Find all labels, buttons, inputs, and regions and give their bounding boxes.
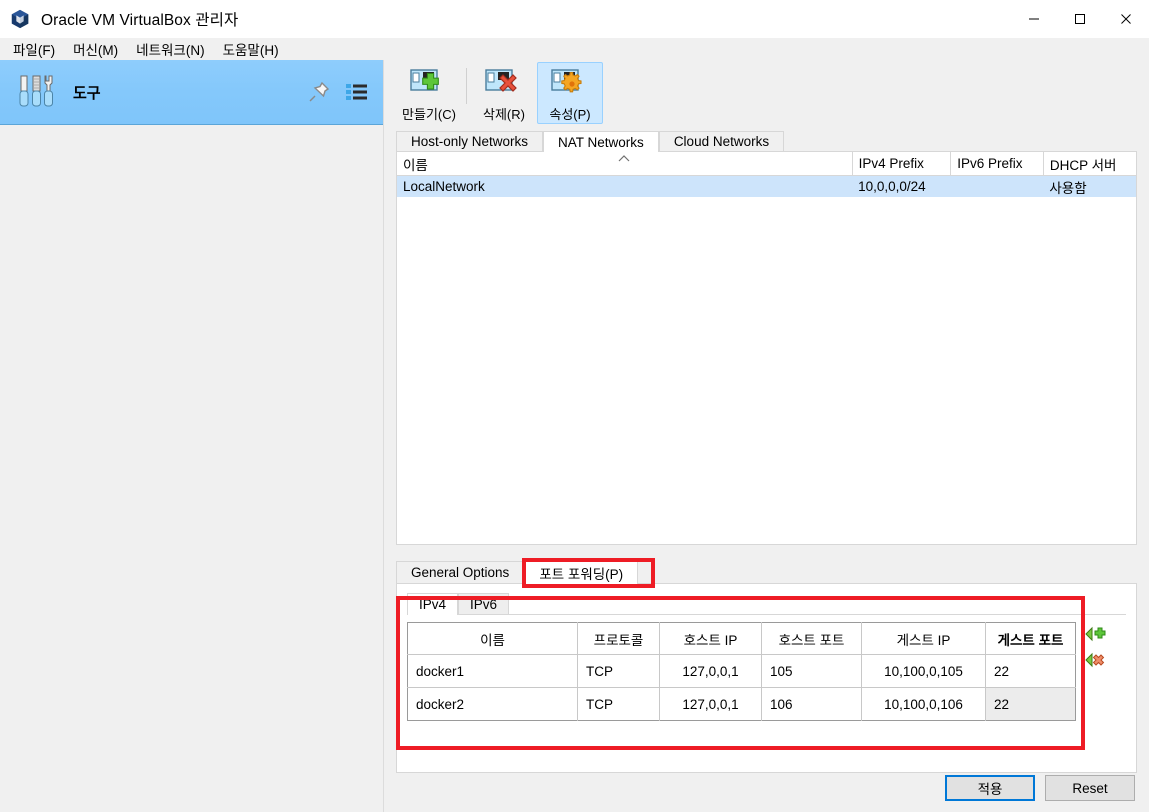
table-header-row: 이름 IPv4 Prefix IPv6 Prefix DHCP 서버: [397, 152, 1136, 176]
list-icon[interactable]: [345, 82, 369, 102]
cell-rule-name[interactable]: docker1: [407, 654, 578, 688]
port-forwarding-pane: IPv4 IPv6 이름 프로토콜 호스트 IP 호스트 포트 게스트 IP 게…: [396, 583, 1137, 773]
cell-protocol[interactable]: TCP: [577, 687, 660, 721]
network-remove-icon: [485, 69, 517, 92]
sidebar-item-tools-label: 도구: [73, 84, 101, 102]
cell-guest-ip[interactable]: 10,100,0,105: [861, 654, 986, 688]
remove-network-button[interactable]: 삭제(R): [471, 62, 537, 124]
ip-tabs-divider: [407, 614, 1126, 615]
menu-item-file[interactable]: 파일(F): [4, 37, 64, 61]
tab-cloud-networks[interactable]: Cloud Networks: [658, 131, 785, 151]
sidebar-empty-area: [0, 125, 383, 812]
virtualbox-cube-icon: [11, 9, 29, 28]
reset-button[interactable]: Reset: [1045, 775, 1135, 801]
sidebar: 도구: [0, 60, 384, 812]
cell-host-ip[interactable]: 127,0,0,1: [659, 654, 762, 688]
table-row[interactable]: LocalNetwork 10,0,0,0/24 사용함: [397, 175, 1136, 197]
table-header-row: 이름 프로토콜 호스트 IP 호스트 포트 게스트 IP 게스트 포트: [407, 622, 1076, 655]
cell-network-name: LocalNetwork: [397, 175, 853, 197]
content-panel: 만들기(C) 삭제(R) 속성(P) Host-only Networks NA…: [384, 60, 1149, 812]
cell-ipv6-prefix: [950, 175, 1044, 197]
column-header-ipv4-prefix[interactable]: IPv4 Prefix: [852, 152, 952, 176]
tab-ipv6[interactable]: IPv6: [458, 593, 510, 614]
minimize-button[interactable]: [1011, 0, 1057, 37]
network-toolbar: 만들기(C) 삭제(R) 속성(P): [384, 60, 1149, 130]
port-forwarding-buttons: [1085, 623, 1107, 671]
apply-button[interactable]: 적용: [945, 775, 1035, 801]
window-title: Oracle VM VirtualBox 관리자: [41, 11, 239, 29]
port-forwarding-table-wrap: 이름 프로토콜 호스트 IP 호스트 포트 게스트 IP 게스트 포트 dock…: [407, 622, 1126, 721]
network-type-tabs: Host-only Networks NAT Networks Cloud Ne…: [384, 130, 1149, 152]
sidebar-item-tools[interactable]: 도구: [0, 60, 383, 125]
table-row[interactable]: docker2 TCP 127,0,0,1 106 10,100,0,106 2…: [407, 687, 1076, 721]
cell-guest-port[interactable]: 22: [985, 654, 1076, 688]
column-header-rule-name[interactable]: 이름: [407, 622, 578, 655]
sort-ascending-icon: [618, 155, 630, 162]
pin-icon[interactable]: [307, 80, 331, 104]
menu-item-machine[interactable]: 머신(M): [64, 37, 127, 61]
cell-host-port[interactable]: 106: [761, 687, 862, 721]
cell-guest-port[interactable]: 22: [985, 687, 1076, 721]
nat-networks-table: 이름 IPv4 Prefix IPv6 Prefix DHCP 서버 Local…: [397, 152, 1136, 197]
network-properties-icon: [551, 69, 582, 93]
tab-host-only-networks[interactable]: Host-only Networks: [396, 131, 544, 151]
column-header-ipv6-prefix[interactable]: IPv6 Prefix: [950, 152, 1044, 176]
remove-network-label: 삭제(R): [483, 107, 525, 122]
cell-rule-name[interactable]: docker2: [407, 687, 578, 721]
column-header-host-ip[interactable]: 호스트 IP: [659, 622, 762, 655]
ip-version-tabs: IPv4 IPv6: [397, 592, 1136, 615]
column-header-guest-ip[interactable]: 게스트 IP: [861, 622, 986, 655]
maximize-icon: [1075, 13, 1085, 24]
sidebar-tools-actions: [307, 80, 369, 104]
column-header-name[interactable]: 이름: [397, 152, 853, 176]
minimize-icon: [1029, 18, 1039, 19]
action-buttons: 적용 Reset: [945, 775, 1135, 801]
column-header-name-label: 이름: [403, 157, 428, 173]
tab-port-forwarding[interactable]: 포트 포워딩(P): [524, 561, 639, 584]
add-rule-icon[interactable]: [1085, 623, 1107, 645]
column-header-host-port[interactable]: 호스트 포트: [761, 622, 862, 655]
detail-tabs: General Options 포트 포워딩(P): [384, 559, 1149, 584]
remove-rule-icon[interactable]: [1085, 649, 1107, 671]
tab-general-options[interactable]: General Options: [396, 561, 525, 583]
network-properties-label: 속성(P): [549, 107, 591, 122]
tab-nat-networks[interactable]: NAT Networks: [543, 131, 659, 152]
cell-dhcp-server: 사용함: [1043, 175, 1136, 197]
column-header-guest-port[interactable]: 게스트 포트: [985, 622, 1076, 655]
tools-icon: [19, 75, 53, 107]
table-row[interactable]: docker1 TCP 127,0,0,1 105 10,100,0,105 2…: [407, 654, 1076, 688]
cell-ipv4-prefix: 10,0,0,0/24: [852, 175, 951, 197]
network-add-icon: [410, 69, 439, 91]
menu-item-help[interactable]: 도움말(H): [214, 37, 288, 61]
column-header-dhcp-server[interactable]: DHCP 서버: [1043, 152, 1136, 176]
create-network-label: 만들기(C): [402, 107, 456, 122]
title-bar: Oracle VM VirtualBox 관리자: [0, 0, 1149, 38]
create-network-button[interactable]: 만들기(C): [396, 62, 462, 124]
menu-bar: 파일(F) 머신(M) 네트워크(N) 도움말(H): [0, 38, 1149, 61]
port-forwarding-table: 이름 프로토콜 호스트 IP 호스트 포트 게스트 IP 게스트 포트 dock…: [407, 622, 1076, 721]
column-header-protocol[interactable]: 프로토콜: [577, 622, 660, 655]
main-area: 도구 만들기(C) 삭제(R) 속성(P) Host-only Networks…: [0, 60, 1149, 812]
cell-guest-ip[interactable]: 10,100,0,106: [861, 687, 986, 721]
close-button[interactable]: [1103, 0, 1149, 37]
nat-networks-list: 이름 IPv4 Prefix IPv6 Prefix DHCP 서버 Local…: [396, 151, 1137, 545]
tab-ipv4[interactable]: IPv4: [407, 593, 459, 615]
maximize-button[interactable]: [1057, 0, 1103, 37]
window-controls: [1011, 0, 1149, 37]
menu-item-network[interactable]: 네트워크(N): [127, 37, 213, 61]
cell-host-ip[interactable]: 127,0,0,1: [659, 687, 762, 721]
toolbar-separator: [466, 68, 467, 104]
network-properties-button[interactable]: 속성(P): [537, 62, 603, 124]
close-icon: [1121, 13, 1131, 24]
cell-host-port[interactable]: 105: [761, 654, 862, 688]
cell-protocol[interactable]: TCP: [577, 654, 660, 688]
